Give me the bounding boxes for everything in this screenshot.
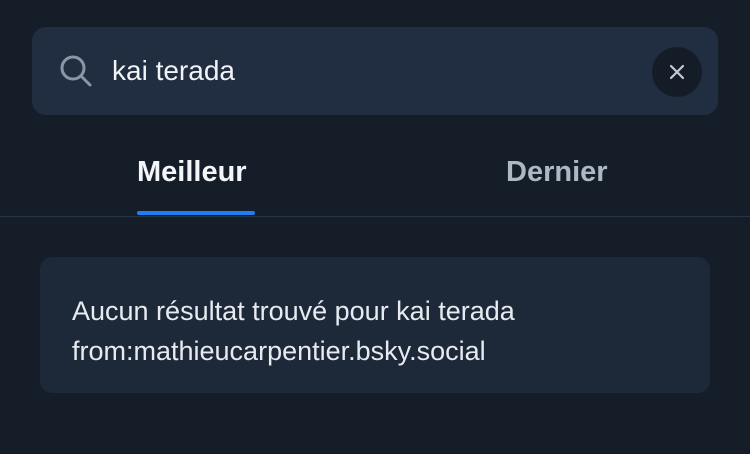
active-tab-indicator	[137, 211, 255, 215]
close-icon	[668, 63, 686, 81]
search-icon	[59, 54, 93, 88]
clear-search-button[interactable]	[652, 47, 702, 97]
tab-best-label: Meilleur	[137, 156, 247, 188]
empty-results-card: Aucun résultat trouvé pour kai terada fr…	[40, 257, 710, 393]
tab-bar: Meilleur Dernier	[0, 137, 750, 217]
no-results-message: Aucun résultat trouvé pour kai terada fr…	[72, 296, 515, 366]
tab-best[interactable]: Meilleur	[137, 137, 247, 217]
tab-latest[interactable]: Dernier	[506, 137, 608, 217]
tab-latest-label: Dernier	[506, 156, 608, 188]
tabs-divider	[0, 216, 750, 217]
search-input[interactable]	[112, 45, 632, 97]
search-bar[interactable]	[32, 27, 718, 115]
